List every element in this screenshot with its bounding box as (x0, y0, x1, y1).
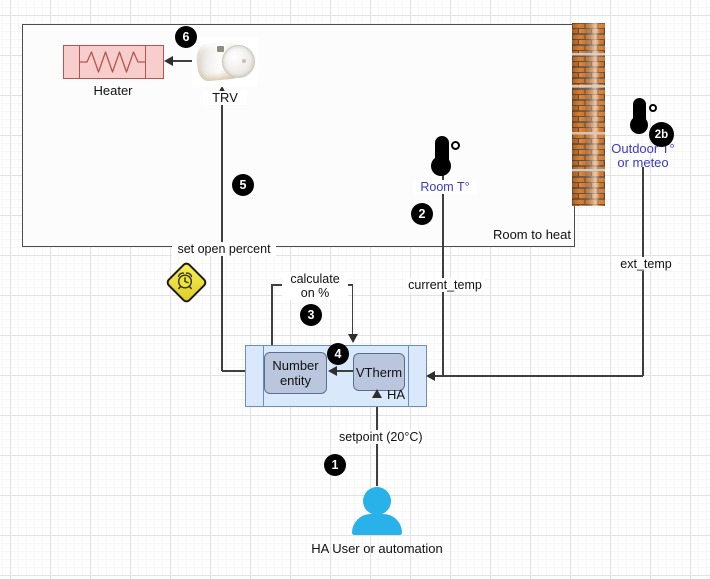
ha-divider-right (408, 346, 409, 406)
badge-2b[interactable]: 2b (649, 122, 674, 147)
edge-label-calculate-line1: calculate (290, 272, 339, 286)
badge-3[interactable]: 3 (300, 304, 322, 326)
heater-label: Heater (83, 84, 143, 98)
number-entity-label-line1: Number (272, 358, 318, 373)
person-icon[interactable] (363, 487, 391, 515)
badge-4[interactable]: 4 (327, 343, 349, 365)
number-entity-label-line2: entity (280, 373, 311, 388)
trv-label: TRV (203, 91, 247, 105)
edge-vtherm-to-number (337, 370, 353, 372)
edge-calculate-right (352, 285, 354, 334)
edge-label-ext-temp: ext_temp (614, 257, 678, 271)
badge-5[interactable]: 5 (232, 174, 254, 196)
arrowhead-calculate (348, 334, 358, 343)
room-thermometer-icon[interactable] (428, 134, 462, 178)
brick-wall[interactable] (572, 23, 605, 206)
edge-label-calculate-line2: on % (301, 286, 330, 300)
edge-current-temp (442, 174, 444, 375)
diagram-canvas: Room to heat (0, 0, 710, 579)
edge-label-current-temp: current_temp (405, 278, 485, 292)
outdoor-label-line2: or meteo (617, 155, 668, 170)
arrowhead-vtherm-to-number (328, 366, 337, 376)
edge-ext-temp-vertical (642, 167, 644, 376)
edge-ext-temp-horizontal (435, 375, 643, 377)
badge-2[interactable]: 2 (411, 203, 433, 225)
vtherm-node[interactable]: VTherm (353, 353, 405, 391)
ha-label: HA (380, 388, 405, 402)
edge-label-set-open-percent: set open percent (172, 242, 276, 256)
badge-1[interactable]: 1 (324, 454, 346, 476)
trv-dial-face (222, 45, 255, 78)
edge-set-open-percent-vertical (221, 95, 223, 371)
trv-dial-dot (242, 59, 246, 63)
trv-display (217, 46, 224, 52)
thermometer-bulb (431, 156, 451, 176)
heater-shape[interactable] (63, 45, 164, 79)
arrowhead-ext-temp (426, 371, 435, 381)
edge-label-setpoint: setpoint (20°C) (337, 430, 421, 444)
user-label: HA User or automation (307, 542, 447, 556)
thermometer-degree-ring (451, 141, 460, 150)
room-temp-label: Room T° (413, 180, 477, 194)
thermometer-degree-ring (649, 104, 657, 112)
number-entity-node[interactable]: Number entity (264, 352, 327, 394)
trv-valve-photo[interactable] (192, 37, 258, 87)
person-body (352, 514, 402, 535)
outdoor-label: Outdoor T° or meteo (608, 142, 678, 170)
edge-trv-to-heater (173, 60, 192, 62)
badge-6[interactable]: 6 (175, 26, 197, 48)
arrowhead-trv-to-heater (164, 56, 173, 66)
edge-calculate-left (271, 285, 273, 345)
room-label: Room to heat (481, 228, 571, 242)
alarm-clock-icon (174, 270, 196, 292)
thermometer-bulb (630, 116, 648, 134)
vtherm-label: VTherm (356, 365, 402, 380)
edge-label-calculate: calculate on % (282, 272, 348, 300)
